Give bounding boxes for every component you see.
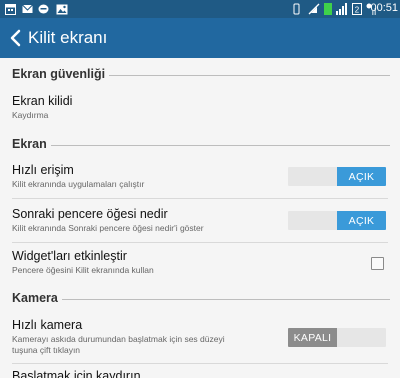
setting-widgets[interactable]: Widget'ları etkinleştir Pencere öğesini …	[0, 243, 400, 284]
mail-icon	[22, 4, 33, 13]
setting-subtitle: Kilit ekranında uygulamaları çalıştır	[12, 179, 145, 189]
chevron-left-icon	[10, 29, 21, 47]
status-time: 00:51	[370, 2, 398, 14]
svg-text:2: 2	[355, 6, 360, 15]
setting-title: Hızlı kamera	[12, 318, 83, 332]
section-title: Kamera	[12, 291, 58, 305]
toggle-on-label: AÇIK	[337, 211, 386, 230]
setting-swipe-to-start[interactable]: Başlatmak için kaydırın	[0, 364, 400, 378]
toggle-on-label: AÇIK	[337, 167, 386, 186]
photo-icon	[56, 4, 68, 15]
setting-subtitle-line1: Kamerayı askıda durumundan başlatmak içi…	[12, 334, 225, 344]
setting-quick-camera[interactable]: Hızlı kamera Kamerayı askıda durumundan …	[0, 311, 400, 364]
setting-title: Sonraki pencere öğesi nedir	[12, 207, 168, 221]
setting-subtitle-line2: tuşuna çift tıklayın	[12, 345, 81, 355]
app-bar: Kilit ekranı	[0, 18, 400, 58]
setting-subtitle: Kaydırma	[12, 110, 49, 120]
setting-title: Widget'ları etkinleştir	[12, 249, 127, 263]
vibrate-icon	[293, 3, 300, 15]
setting-quick-access[interactable]: Hızlı erişim Kilit ekranında uygulamalar…	[0, 156, 400, 199]
section-header-camera: Kamera	[12, 290, 390, 306]
data-icon	[324, 3, 332, 15]
settings-list[interactable]: Ekran güvenliği Ekran kilidi Kaydırma Ek…	[0, 58, 400, 378]
section-header-screen: Ekran	[12, 136, 390, 152]
sim-2-icon: 2	[352, 3, 362, 15]
page-title: Kilit ekranı	[28, 28, 108, 47]
section-title: Ekran güvenliği	[12, 67, 106, 81]
section-divider	[50, 145, 390, 146]
setting-title: Ekran kilidi	[12, 94, 73, 108]
setting-title: Başlatmak için kaydırın	[12, 369, 141, 378]
chat-icon	[38, 4, 49, 14]
section-divider	[61, 299, 390, 300]
lock-screen-settings: 2 00:51 Kilit ekranı Ekran güvenliği Ekr…	[0, 0, 400, 378]
signal-icon	[336, 3, 347, 15]
next-window-toggle[interactable]: AÇIK	[288, 211, 386, 230]
row-divider	[12, 198, 388, 199]
widgets-checkbox[interactable]	[371, 257, 384, 270]
section-header-security: Ekran güvenliği	[12, 66, 390, 82]
calendar-icon	[5, 4, 16, 15]
no-sim-icon	[308, 3, 320, 15]
quick-access-toggle[interactable]: AÇIK	[288, 167, 386, 186]
setting-screen-lock[interactable]: Ekran kilidi Kaydırma	[0, 86, 400, 134]
section-title: Ekran	[12, 137, 47, 151]
setting-subtitle: Kilit ekranında Sonraki pencere öğesi ne…	[12, 223, 204, 233]
setting-subtitle: Pencere öğesini Kilit ekranında kullan	[12, 265, 154, 275]
status-bar: 2 00:51	[0, 0, 400, 18]
quick-camera-toggle[interactable]: KAPALI	[288, 328, 386, 347]
toggle-off-label: KAPALI	[288, 328, 337, 347]
setting-title: Hızlı erişim	[12, 163, 74, 177]
section-divider	[109, 75, 390, 76]
back-button[interactable]: Kilit ekranı	[0, 18, 120, 58]
setting-next-window[interactable]: Sonraki pencere öğesi nedir Kilit ekranı…	[0, 200, 400, 243]
